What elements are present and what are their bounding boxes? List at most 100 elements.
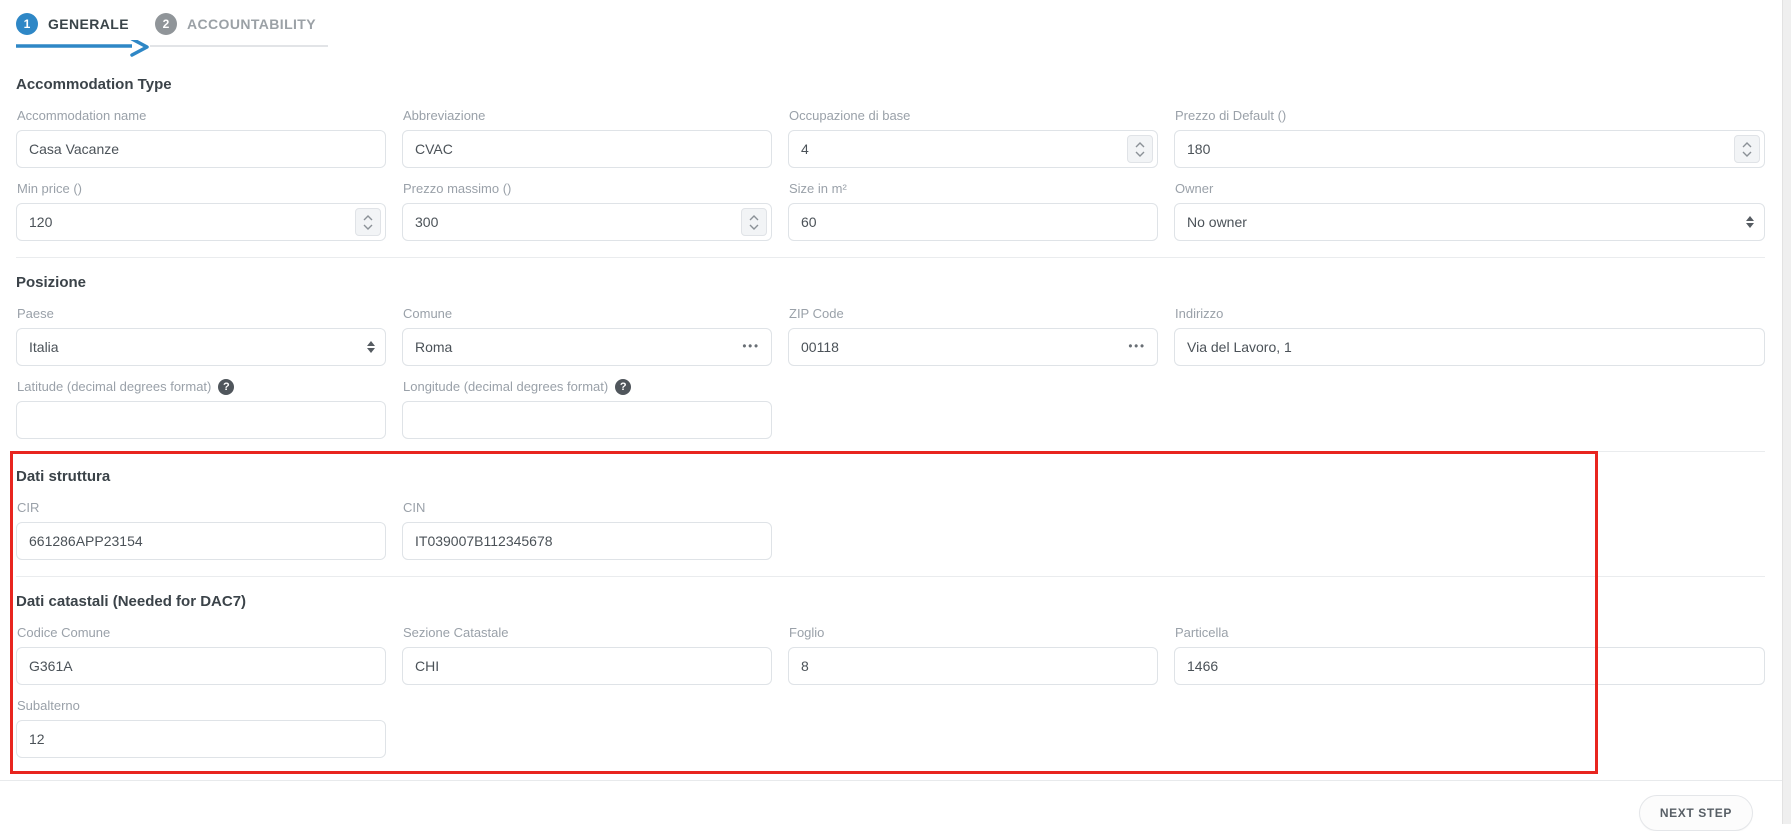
cir-input[interactable] [16, 522, 386, 560]
zip-code-label: ZIP Code [789, 305, 1158, 322]
size-m2-label: Size in m² [789, 180, 1158, 197]
field-owner: Owner No owner [1174, 180, 1765, 241]
form-row: Min price () Prezzo massimo () Size in m… [16, 180, 1765, 241]
form-row: Codice Comune Sezione Catastale Foglio P… [16, 624, 1765, 685]
cin-input[interactable] [402, 522, 772, 560]
paese-label: Paese [17, 305, 386, 322]
min-price-input[interactable] [16, 203, 386, 241]
cir-label: CIR [17, 499, 386, 516]
subalterno-input[interactable] [16, 720, 386, 758]
longitude-input[interactable] [402, 401, 772, 439]
abbreviazione-label: Abbreviazione [403, 107, 772, 124]
field-prezzo-massimo: Prezzo massimo () [402, 180, 772, 241]
paese-select-value: Italia [29, 339, 59, 355]
section-title-accommodation-type: Accommodation Type [16, 76, 1765, 93]
particella-label: Particella [1175, 624, 1765, 641]
wizard-progress-arrow [16, 40, 1765, 60]
field-abbreviazione: Abbreviazione [402, 107, 772, 168]
particella-input[interactable] [1174, 647, 1765, 685]
field-size-m2: Size in m² [788, 180, 1158, 241]
zip-code-input[interactable] [788, 328, 1158, 366]
field-longitude: Longitude (decimal degrees format) ? [402, 378, 772, 439]
field-indirizzo: Indirizzo [1174, 305, 1765, 366]
form-row: Subalterno [16, 697, 1765, 758]
latitude-label: Latitude (decimal degrees format) [17, 379, 211, 394]
form-row: Accommodation name Abbreviazione Occupaz… [16, 107, 1765, 168]
help-icon[interactable]: ? [615, 379, 631, 395]
number-stepper-icon[interactable] [1127, 135, 1153, 163]
form-page: 1 GENERALE 2 ACCOUNTABILITY Accommodatio… [0, 0, 1791, 831]
indirizzo-label: Indirizzo [1175, 305, 1765, 322]
owner-select[interactable]: No owner [1174, 203, 1765, 241]
paese-select[interactable]: Italia [16, 328, 386, 366]
section-title-dati-catastali: Dati catastali (Needed for DAC7) [16, 593, 1765, 610]
field-foglio: Foglio [788, 624, 1158, 685]
wizard-steps: 1 GENERALE 2 ACCOUNTABILITY [16, 10, 1765, 38]
tab-generale-label: GENERALE [48, 16, 129, 32]
scrollbar[interactable] [1782, 0, 1791, 824]
occupazione-di-base-input[interactable] [788, 130, 1158, 168]
abbreviazione-input[interactable] [402, 130, 772, 168]
prezzo-di-default-input[interactable] [1174, 130, 1765, 168]
ellipsis-icon[interactable]: ••• [1128, 342, 1146, 353]
field-subalterno: Subalterno [16, 697, 386, 758]
section-divider [16, 257, 1765, 258]
field-min-price: Min price () [16, 180, 386, 241]
step-2-badge: 2 [155, 13, 177, 35]
owner-select-value: No owner [1187, 214, 1247, 230]
sezione-catastale-input[interactable] [402, 647, 772, 685]
codice-comune-input[interactable] [16, 647, 386, 685]
tab-accountability[interactable]: 2 ACCOUNTABILITY [155, 13, 316, 35]
number-stepper-icon[interactable] [355, 208, 381, 236]
prezzo-di-default-label: Prezzo di Default () [1175, 107, 1765, 124]
section-divider [16, 576, 1765, 577]
form-row: CIR CIN [16, 499, 1765, 560]
owner-label: Owner [1175, 180, 1765, 197]
field-latitude: Latitude (decimal degrees format) ? [16, 378, 386, 439]
section-title-dati-struttura: Dati struttura [16, 468, 1765, 485]
foglio-input[interactable] [788, 647, 1158, 685]
field-occupazione-di-base: Occupazione di base [788, 107, 1158, 168]
tab-generale[interactable]: 1 GENERALE [16, 13, 129, 35]
highlighted-sections: Dati struttura CIR CIN Dati catastali (N… [16, 451, 1765, 774]
sezione-catastale-label: Sezione Catastale [403, 624, 772, 641]
step-1-badge: 1 [16, 13, 38, 35]
longitude-label: Longitude (decimal degrees format) [403, 379, 608, 394]
help-icon[interactable]: ? [218, 379, 234, 395]
number-stepper-icon[interactable] [741, 208, 767, 236]
section-divider [16, 451, 1765, 452]
field-comune: Comune ••• [402, 305, 772, 366]
field-zip-code: ZIP Code ••• [788, 305, 1158, 366]
section-title-posizione: Posizione [16, 274, 1765, 291]
form-row: Latitude (decimal degrees format) ? Long… [16, 378, 1765, 439]
field-prezzo-di-default: Prezzo di Default () [1174, 107, 1765, 168]
occupazione-di-base-label: Occupazione di base [789, 107, 1158, 124]
field-accommodation-name: Accommodation name [16, 107, 386, 168]
number-stepper-icon[interactable] [1734, 135, 1760, 163]
field-sezione-catastale: Sezione Catastale [402, 624, 772, 685]
form-row: Paese Italia Comune ••• ZIP Code ••• In [16, 305, 1765, 366]
prezzo-massimo-input[interactable] [402, 203, 772, 241]
next-step-button[interactable]: NEXT STEP [1639, 795, 1753, 831]
field-particella: Particella [1174, 624, 1765, 685]
subalterno-label: Subalterno [17, 697, 386, 714]
field-codice-comune: Codice Comune [16, 624, 386, 685]
codice-comune-label: Codice Comune [17, 624, 386, 641]
field-paese: Paese Italia [16, 305, 386, 366]
indirizzo-input[interactable] [1174, 328, 1765, 366]
foglio-label: Foglio [789, 624, 1158, 641]
size-m2-input[interactable] [788, 203, 1158, 241]
comune-label: Comune [403, 305, 772, 322]
cin-label: CIN [403, 499, 772, 516]
min-price-label: Min price () [17, 180, 386, 197]
field-cin: CIN [402, 499, 772, 560]
footer-divider [0, 780, 1791, 781]
ellipsis-icon[interactable]: ••• [742, 342, 760, 353]
tab-accountability-label: ACCOUNTABILITY [187, 16, 316, 32]
prezzo-massimo-label: Prezzo massimo () [403, 180, 772, 197]
latitude-input[interactable] [16, 401, 386, 439]
accommodation-name-label: Accommodation name [17, 107, 386, 124]
field-cir: CIR [16, 499, 386, 560]
comune-input[interactable] [402, 328, 772, 366]
accommodation-name-input[interactable] [16, 130, 386, 168]
